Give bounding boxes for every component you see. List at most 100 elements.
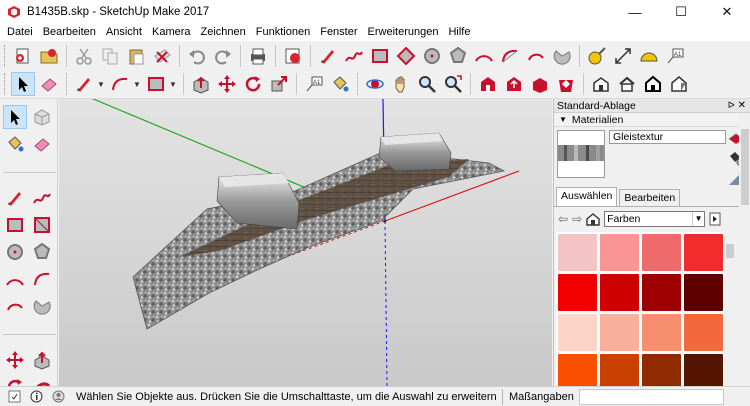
select-tool-button-left[interactable] (3, 105, 27, 129)
pan-tool-button[interactable] (389, 72, 413, 96)
menu-fenster[interactable]: Fenster (315, 24, 362, 41)
color-swatch[interactable] (600, 274, 639, 311)
menu-funktionen[interactable]: Funktionen (251, 24, 315, 41)
menu-erweiterungen[interactable]: Erweiterungen (363, 24, 444, 41)
two-point-arc-button[interactable] (498, 44, 522, 68)
shape-dropdown-icon[interactable]: ▼ (169, 80, 177, 89)
3d-viewport[interactable] (59, 99, 552, 386)
menu-ansicht[interactable]: Ansicht (101, 24, 147, 41)
delete-button[interactable] (150, 44, 174, 68)
polygon-tool-button-left[interactable] (30, 240, 54, 264)
text-tool-button[interactable]: A1 (663, 44, 687, 68)
text-tool-button-2[interactable]: A1 (302, 72, 326, 96)
three-point-arc-button[interactable] (524, 44, 548, 68)
pencil-dropdown-icon[interactable]: ▼ (97, 80, 105, 89)
model-info-button[interactable] (281, 44, 305, 68)
close-button[interactable]: ✕ (704, 0, 750, 24)
redo-button[interactable] (211, 44, 235, 68)
color-swatch[interactable] (600, 234, 639, 271)
maximize-button[interactable]: ☐ (658, 0, 704, 24)
circle-tool-button[interactable] (420, 44, 444, 68)
rectangle-tool-button[interactable] (368, 44, 392, 68)
measurements-input[interactable] (579, 388, 724, 405)
tape-measure-button[interactable] (585, 44, 609, 68)
circle-tool-button-left[interactable] (3, 240, 27, 264)
move-tool-button-left[interactable] (3, 348, 27, 372)
undo-button[interactable] (185, 44, 209, 68)
eraser-tool-button[interactable] (37, 72, 61, 96)
forward-arrow-icon[interactable]: ⇨ (572, 212, 582, 226)
paint-bucket-button[interactable] (328, 72, 352, 96)
three-point-arc-button-left[interactable] (3, 294, 27, 318)
tab-select[interactable]: Auswählen (556, 187, 618, 206)
color-swatch[interactable] (642, 234, 681, 271)
toolbar-grip[interactable] (4, 73, 7, 95)
credits-info-icon[interactable] (28, 389, 44, 405)
pin-icon[interactable]: ᐅ (728, 100, 735, 111)
tray-scrollbar-thumb[interactable] (741, 129, 749, 205)
color-swatch[interactable] (684, 354, 723, 386)
pie-tool-button[interactable] (550, 44, 574, 68)
tray-close-icon[interactable]: ✕ (738, 100, 746, 111)
orbit-tool-button[interactable] (363, 72, 387, 96)
select-tool-button[interactable] (11, 72, 35, 96)
view-front-button[interactable] (641, 72, 665, 96)
user-account-icon[interactable] (50, 389, 66, 405)
protractor-button[interactable] (637, 44, 661, 68)
view-top-button[interactable] (615, 72, 639, 96)
view-right-button[interactable] (667, 72, 691, 96)
rotated-rectangle-button[interactable] (394, 44, 418, 68)
menu-zeichnen[interactable]: Zeichnen (196, 24, 251, 41)
pie-tool-button-left[interactable] (30, 294, 54, 318)
dimension-button[interactable] (611, 44, 635, 68)
arc-dropdown-icon[interactable]: ▼ (133, 80, 141, 89)
color-swatch[interactable] (642, 354, 681, 386)
warehouse-button[interactable] (476, 72, 500, 96)
swatch-scrollbar-thumb[interactable] (726, 244, 734, 258)
materials-panel-header[interactable]: ▼ Materialien (554, 113, 750, 127)
cut-button[interactable] (72, 44, 96, 68)
eraser-tool-button-left[interactable] (30, 132, 54, 156)
menu-hilfe[interactable]: Hilfe (443, 24, 475, 41)
color-swatch[interactable] (558, 274, 597, 311)
rotate-tool-button[interactable] (241, 72, 265, 96)
geo-location-icon[interactable] (6, 389, 22, 405)
color-swatch[interactable] (558, 234, 597, 271)
toolbar-grip[interactable] (4, 44, 7, 67)
two-point-arc-button-left[interactable] (30, 267, 54, 291)
open-button[interactable] (37, 44, 61, 68)
share-model-button[interactable] (502, 72, 526, 96)
tray-scrollbar[interactable] (739, 113, 750, 386)
freehand-tool-button[interactable] (342, 44, 366, 68)
make-component-button[interactable] (30, 105, 54, 129)
zoom-extents-button[interactable] (441, 72, 465, 96)
view-iso-button[interactable] (589, 72, 613, 96)
extension-warehouse-button[interactable] (554, 72, 578, 96)
rectangle-tool-button-left[interactable] (3, 213, 27, 237)
color-swatch[interactable] (558, 354, 597, 386)
arc-group-button[interactable] (108, 72, 132, 96)
material-preview[interactable] (557, 130, 605, 178)
tab-edit[interactable]: Bearbeiten (619, 189, 681, 206)
move-tool-button[interactable] (215, 72, 239, 96)
share-component-button[interactable] (528, 72, 552, 96)
menu-datei[interactable]: Datei (2, 24, 38, 41)
freehand-tool-button-left[interactable] (30, 186, 54, 210)
material-name-field[interactable]: Gleistextur (609, 130, 726, 144)
push-pull-button-left[interactable] (30, 348, 54, 372)
arc-tool-button-left[interactable] (3, 267, 27, 291)
color-swatch[interactable] (642, 314, 681, 351)
back-arrow-icon[interactable]: ⇦ (558, 212, 568, 226)
minimize-button[interactable]: — (612, 0, 658, 24)
print-button[interactable] (246, 44, 270, 68)
details-arrow-icon[interactable] (709, 212, 721, 226)
color-swatch[interactable] (684, 234, 723, 271)
library-select[interactable]: Farben ▼ (604, 211, 706, 227)
push-pull-button[interactable] (189, 72, 213, 96)
menu-kamera[interactable]: Kamera (147, 24, 196, 41)
color-swatch[interactable] (600, 354, 639, 386)
pencil-tool-button[interactable] (72, 72, 96, 96)
zoom-tool-button[interactable] (415, 72, 439, 96)
new-button[interactable] (11, 44, 35, 68)
copy-button[interactable] (98, 44, 122, 68)
